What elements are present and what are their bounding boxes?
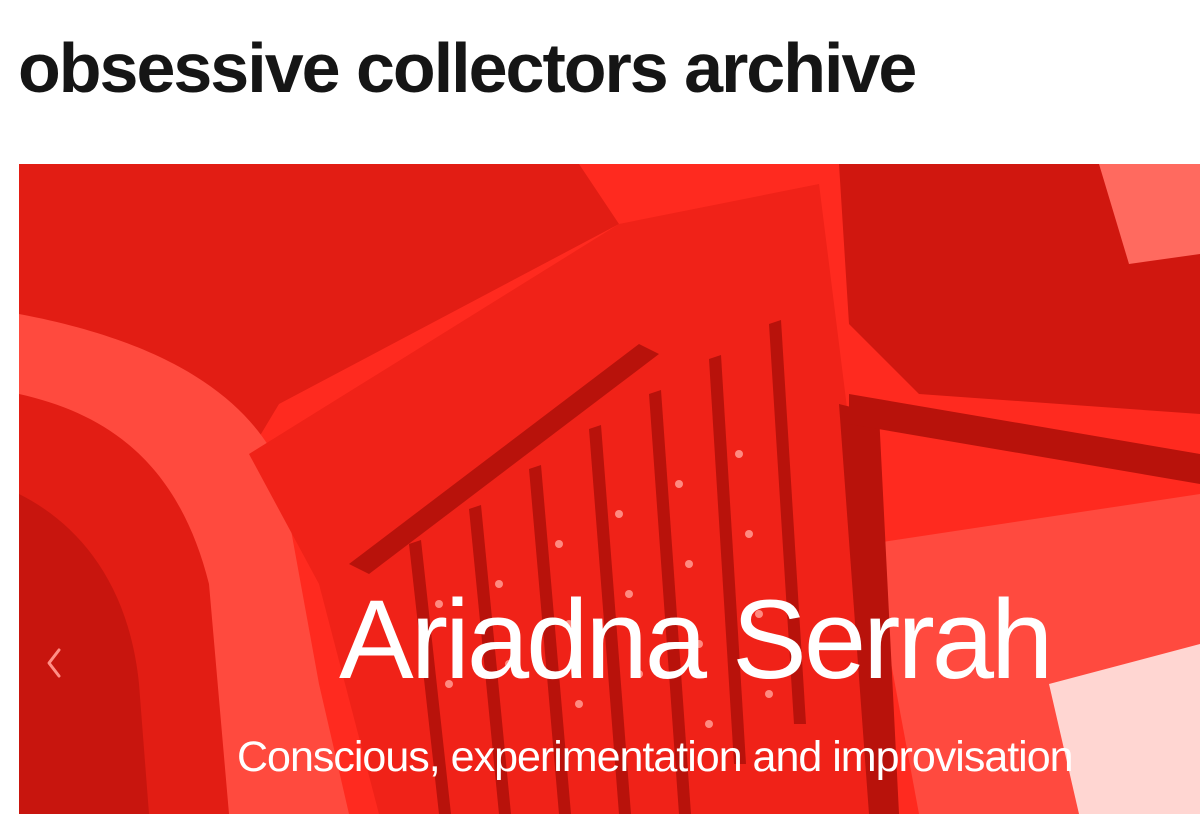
slide-subheading: Conscious, experimentation and improvisa…	[237, 733, 1074, 781]
slide-image	[19, 164, 1200, 814]
slider-prev-button[interactable]	[33, 638, 73, 688]
site-title[interactable]: obsessive collectors archive	[18, 28, 917, 108]
slide-heading: Ariadna Serrah	[339, 577, 1053, 702]
hero-slider: Ariadna Serrah Conscious, experimentatio…	[19, 164, 1200, 814]
chevron-left-icon	[47, 648, 61, 678]
